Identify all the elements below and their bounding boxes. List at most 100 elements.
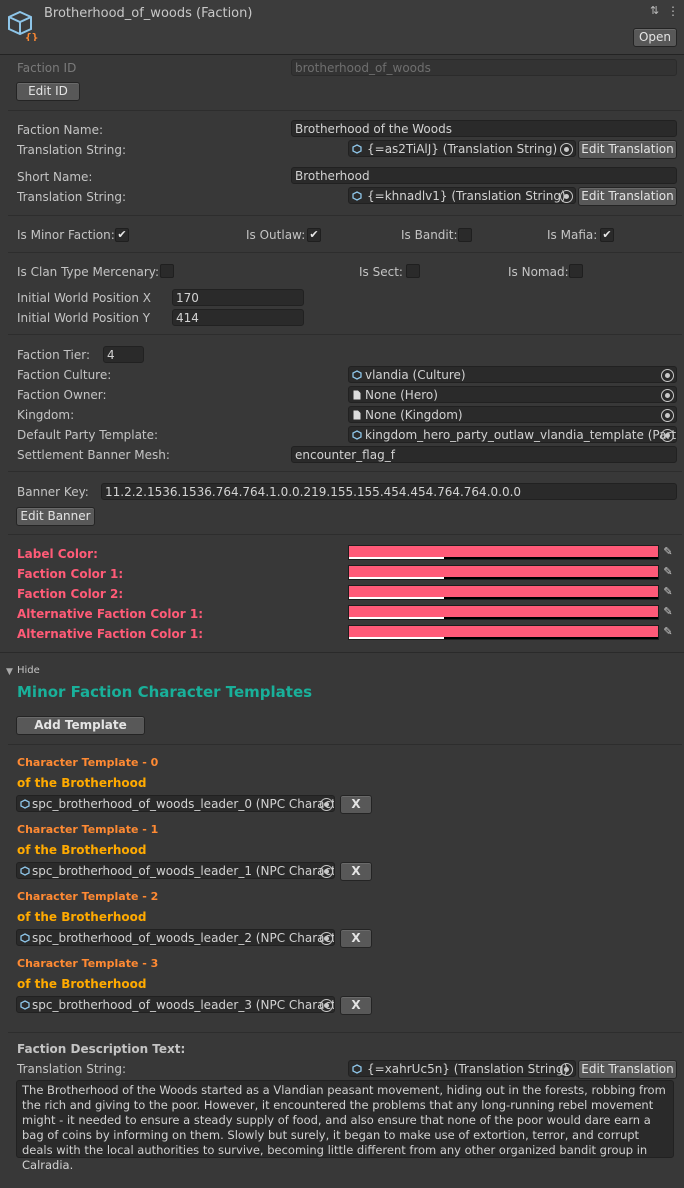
- character-template-subtitle: of the Brotherhood: [17, 977, 147, 991]
- scriptable-object-icon: [20, 866, 30, 876]
- is-mercenary-label: Is Clan Type Mercenary:: [17, 265, 160, 279]
- open-button[interactable]: Open: [633, 28, 677, 47]
- divider: [8, 252, 682, 253]
- add-template-button[interactable]: Add Template: [16, 716, 145, 735]
- divider: [8, 471, 682, 472]
- character-template-value: spc_brotherhood_of_woods_leader_0 (NPC C…: [32, 797, 335, 811]
- object-picker-icon[interactable]: [560, 190, 573, 203]
- party-template-field[interactable]: kingdom_hero_party_outlaw_vlandia_templa…: [348, 426, 677, 443]
- character-template-subtitle: of the Brotherhood: [17, 776, 147, 790]
- translation-value: {=khnadlv1} (Translation String): [367, 189, 566, 203]
- eyedropper-icon[interactable]: ✎: [661, 565, 675, 579]
- scriptable-object-icon: [352, 430, 362, 440]
- foldout-arrow-icon[interactable]: ▼: [6, 667, 13, 677]
- is-sect-checkbox[interactable]: [406, 264, 420, 278]
- faction-color-1-field[interactable]: [348, 565, 659, 580]
- is-outlaw-checkbox[interactable]: ✔: [307, 228, 321, 242]
- world-position-y-field[interactable]: 414: [172, 309, 304, 326]
- character-template-field[interactable]: spc_brotherhood_of_woods_leader_2 (NPC C…: [16, 929, 335, 946]
- object-picker-icon[interactable]: [320, 932, 333, 945]
- faction-culture-label: Faction Culture:: [17, 368, 112, 382]
- translation-value: {=as2TiAlJ} (Translation String): [367, 142, 558, 156]
- object-picker-icon[interactable]: [560, 143, 573, 156]
- alternative-faction-color-1-field[interactable]: [348, 605, 659, 620]
- description-translation-field[interactable]: {=xahrUc5n} (Translation String): [348, 1060, 576, 1077]
- kebab-menu-icon[interactable]: ⋮: [667, 4, 679, 18]
- party-template-value: kingdom_hero_party_outlaw_vlandia_templa…: [365, 428, 677, 442]
- is-minor-faction-label: Is Minor Faction:: [17, 228, 115, 242]
- remove-template-button[interactable]: X: [340, 929, 372, 948]
- faction-id-label: Faction ID: [17, 61, 77, 75]
- faction-name-label: Faction Name:: [17, 123, 103, 137]
- is-outlaw-label: Is Outlaw:: [246, 228, 306, 242]
- short-name-translation-field[interactable]: {=khnadlv1} (Translation String): [348, 187, 576, 204]
- object-picker-icon[interactable]: [320, 999, 333, 1012]
- world-position-x-field[interactable]: 170: [172, 289, 304, 306]
- is-bandit-checkbox[interactable]: [458, 228, 472, 242]
- label-color-label: Label Color:: [17, 547, 98, 561]
- eyedropper-icon[interactable]: ✎: [661, 605, 675, 619]
- edit-translation-button[interactable]: Edit Translation: [578, 1060, 677, 1079]
- faction-color-2-label: Faction Color 2:: [17, 587, 124, 601]
- prefab-cube-icon: {}: [8, 10, 38, 41]
- faction-name-translation-field[interactable]: {=as2TiAlJ} (Translation String): [348, 140, 576, 157]
- is-mafia-checkbox[interactable]: ✔: [600, 228, 614, 242]
- divider: [8, 744, 682, 745]
- edit-translation-button[interactable]: Edit Translation: [578, 140, 677, 159]
- faction-owner-field[interactable]: None (Hero): [348, 386, 677, 403]
- eyedropper-icon[interactable]: ✎: [661, 585, 675, 599]
- description-text-area[interactable]: The Brotherhood of the Woods started as …: [16, 1080, 674, 1172]
- divider: [8, 110, 682, 111]
- owner-value: None (Hero): [365, 388, 438, 402]
- is-nomad-checkbox[interactable]: [569, 264, 583, 278]
- character-template-title: Character Template - 3: [17, 957, 159, 970]
- document-icon: [353, 410, 361, 420]
- settings-sliders-icon[interactable]: ⇅: [650, 4, 664, 18]
- hide-foldout-label[interactable]: Hide: [17, 665, 40, 676]
- eyedropper-icon[interactable]: ✎: [661, 545, 675, 559]
- object-picker-icon[interactable]: [661, 369, 674, 382]
- edit-id-button[interactable]: Edit ID: [16, 82, 80, 101]
- remove-template-button[interactable]: X: [340, 996, 372, 1015]
- banner-mesh-field[interactable]: encounter_flag_f: [291, 446, 677, 463]
- faction-tier-field[interactable]: 4: [103, 346, 144, 363]
- remove-template-button[interactable]: X: [340, 795, 372, 814]
- character-template-title: Character Template - 2: [17, 890, 159, 903]
- character-template-field[interactable]: spc_brotherhood_of_woods_leader_1 (NPC C…: [16, 862, 335, 879]
- faction-culture-field[interactable]: vlandia (Culture): [348, 366, 677, 383]
- short-name-label: Short Name:: [17, 170, 93, 184]
- label-color-field[interactable]: [348, 545, 659, 560]
- is-minor-faction-checkbox[interactable]: ✔: [115, 228, 129, 242]
- is-mercenary-checkbox[interactable]: [160, 264, 174, 278]
- party-template-label: Default Party Template:: [17, 428, 159, 442]
- object-picker-icon[interactable]: [661, 409, 674, 422]
- edit-banner-button[interactable]: Edit Banner: [16, 507, 95, 526]
- character-template-title: Character Template - 0: [17, 756, 159, 769]
- character-template-value: spc_brotherhood_of_woods_leader_3 (NPC C…: [32, 998, 335, 1012]
- short-name-field[interactable]: Brotherhood: [291, 167, 677, 184]
- object-picker-icon[interactable]: [320, 865, 333, 878]
- faction-color-1-label: Faction Color 1:: [17, 567, 124, 581]
- banner-key-field[interactable]: 11.2.2.1536.1536.764.764.1.0.0.219.155.1…: [101, 483, 677, 500]
- world-position-x-label: Initial World Position X: [17, 291, 151, 305]
- scriptable-object-icon: [20, 799, 30, 809]
- scriptable-object-icon: [352, 370, 362, 380]
- faction-name-field[interactable]: Brotherhood of the Woods: [291, 120, 677, 137]
- edit-translation-button[interactable]: Edit Translation: [578, 187, 677, 206]
- alternative-faction-color-2-field[interactable]: [348, 625, 659, 640]
- divider: [8, 215, 682, 216]
- faction-color-2-field[interactable]: [348, 585, 659, 600]
- object-picker-icon[interactable]: [661, 389, 674, 402]
- kingdom-field[interactable]: None (Kingdom): [348, 406, 677, 423]
- object-picker-icon[interactable]: [320, 798, 333, 811]
- faction-tier-label: Faction Tier:: [17, 348, 90, 362]
- inspector-title: Brotherhood_of_woods (Faction): [44, 6, 253, 21]
- character-template-field[interactable]: spc_brotherhood_of_woods_leader_0 (NPC C…: [16, 795, 335, 812]
- translation-value: {=xahrUc5n} (Translation String): [367, 1062, 569, 1076]
- object-picker-icon[interactable]: [661, 429, 674, 442]
- eyedropper-icon[interactable]: ✎: [661, 625, 675, 639]
- object-picker-icon[interactable]: [560, 1063, 573, 1076]
- remove-template-button[interactable]: X: [340, 862, 372, 881]
- character-template-field[interactable]: spc_brotherhood_of_woods_leader_3 (NPC C…: [16, 996, 335, 1013]
- scriptable-object-icon: [20, 933, 30, 943]
